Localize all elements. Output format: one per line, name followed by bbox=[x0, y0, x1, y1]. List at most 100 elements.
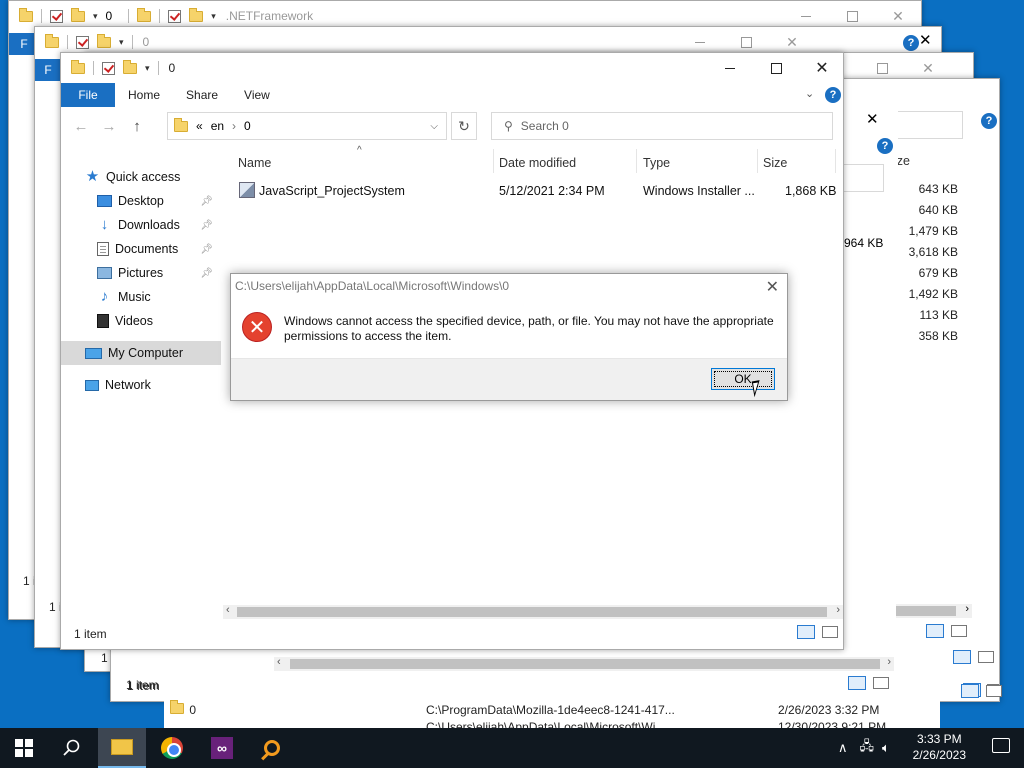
chevron-down-icon[interactable]: ▾ bbox=[145, 63, 150, 74]
chevron-down-icon[interactable]: ⌵ bbox=[430, 121, 438, 132]
pin-icon[interactable]: 📌︎ bbox=[200, 244, 213, 255]
tab-file[interactable]: File bbox=[61, 83, 115, 107]
background-right-scrollbar-fragment[interactable]: › bbox=[896, 603, 972, 618]
details-view-icon[interactable] bbox=[953, 650, 971, 664]
tab-home[interactable]: Home bbox=[115, 83, 173, 107]
maximize-button[interactable] bbox=[753, 53, 799, 83]
volume-icon[interactable]: 🔈︎ bbox=[882, 740, 890, 756]
scroll-thumb[interactable] bbox=[237, 607, 827, 617]
sidebar-item-pictures[interactable]: Pictures 📌︎ bbox=[61, 261, 221, 285]
column-header-date[interactable]: Date modified bbox=[499, 151, 576, 175]
pin-icon[interactable]: 📌︎ bbox=[200, 220, 213, 231]
sidebar-item-videos[interactable]: Videos bbox=[61, 309, 221, 333]
column-header-name[interactable]: Name bbox=[238, 151, 271, 175]
sidebar-item-label: Documents bbox=[115, 242, 179, 256]
details-view-icon[interactable] bbox=[926, 624, 944, 638]
clock-date: 2/26/2023 bbox=[912, 748, 966, 762]
taskbar-file-explorer[interactable] bbox=[98, 728, 146, 768]
details-view-icon[interactable] bbox=[961, 684, 979, 698]
details-view-icon[interactable] bbox=[848, 676, 866, 690]
close-button[interactable]: ✕ bbox=[919, 31, 932, 49]
pin-icon[interactable]: 📌︎ bbox=[200, 268, 213, 279]
new-folder-icon[interactable] bbox=[97, 33, 111, 48]
new-folder-icon[interactable] bbox=[189, 7, 204, 22]
sidebar-item-my-computer[interactable]: My Computer bbox=[61, 341, 221, 365]
error-dialog[interactable]: C:\Users\elijah\AppData\Local\Microsoft\… bbox=[230, 273, 788, 401]
horizontal-scrollbar[interactable]: ‹ › bbox=[223, 604, 843, 619]
help-icon[interactable]: ? bbox=[903, 35, 919, 51]
file-tab[interactable]: F bbox=[35, 59, 61, 81]
scroll-left-arrow[interactable]: ‹ bbox=[226, 604, 230, 616]
taskbar-visual-studio[interactable]: ∞ bbox=[198, 728, 246, 768]
table-row[interactable]: JavaScript_ProjectSystem 5/12/2021 2:34 … bbox=[239, 180, 836, 202]
close-button[interactable]: ✕ bbox=[799, 53, 843, 83]
chevron-down-icon[interactable]: ▾ bbox=[93, 11, 98, 22]
large-icons-view-icon[interactable] bbox=[986, 685, 1002, 697]
taskbar-search-tool[interactable] bbox=[248, 728, 296, 768]
new-folder-icon[interactable] bbox=[123, 59, 137, 74]
properties-icon[interactable] bbox=[76, 35, 89, 49]
expand-ribbon-icon[interactable]: ⌄ bbox=[805, 87, 814, 100]
close-button[interactable]: ✕ bbox=[866, 110, 879, 128]
forward-arrow-icon[interactable]: → bbox=[95, 118, 123, 135]
large-icons-view-icon[interactable] bbox=[873, 677, 889, 689]
scroll-thumb[interactable] bbox=[290, 659, 880, 669]
scroll-right-arrow[interactable]: › bbox=[887, 656, 891, 668]
folder-icon bbox=[71, 59, 85, 74]
scroll-right-arrow[interactable]: › bbox=[836, 604, 840, 616]
background-size-cell: 643 KB bbox=[918, 182, 958, 196]
chevron-down-icon[interactable]: ▾ bbox=[211, 11, 216, 22]
sidebar-item-documents[interactable]: Documents 📌︎ bbox=[61, 237, 221, 261]
new-folder-icon[interactable] bbox=[71, 7, 85, 22]
background-horizontal-scrollbar[interactable]: ‹ › bbox=[274, 656, 894, 671]
help-icon[interactable]: ? bbox=[877, 138, 893, 154]
column-header-size[interactable]: Size bbox=[763, 151, 787, 175]
pin-icon[interactable]: 📌︎ bbox=[200, 196, 213, 207]
refresh-button[interactable]: ↻ bbox=[451, 112, 477, 140]
back-arrow-icon[interactable]: ← bbox=[67, 118, 95, 135]
column-separator[interactable] bbox=[493, 149, 494, 173]
help-icon[interactable]: ? bbox=[981, 113, 997, 129]
list-item[interactable]: 0 bbox=[170, 700, 196, 717]
sidebar-item-quick-access[interactable]: ★ Quick access bbox=[61, 165, 221, 189]
breadcrumb-overflow[interactable]: « bbox=[196, 119, 203, 133]
column-separator[interactable] bbox=[757, 149, 758, 173]
sidebar-item-network[interactable]: Network bbox=[61, 373, 221, 397]
scroll-thumb[interactable] bbox=[896, 606, 956, 616]
search-input[interactable]: ⚲ Search 0 bbox=[491, 112, 833, 140]
taskbar-search-button[interactable] bbox=[48, 728, 96, 768]
breadcrumb-en[interactable]: en bbox=[211, 119, 224, 133]
taskbar-chrome[interactable] bbox=[148, 728, 196, 768]
sidebar-item-music[interactable]: ♪ Music bbox=[61, 285, 221, 309]
separator bbox=[159, 9, 161, 23]
sidebar-item-desktop[interactable]: Desktop 📌︎ bbox=[61, 189, 221, 213]
properties-icon[interactable] bbox=[168, 9, 182, 23]
tab-view[interactable]: View bbox=[231, 83, 283, 107]
chevron-down-icon[interactable]: ▾ bbox=[119, 37, 124, 48]
address-bar[interactable]: « en › 0 ⌵ bbox=[167, 112, 447, 140]
column-separator[interactable] bbox=[636, 149, 637, 173]
up-arrow-icon[interactable]: ↑ bbox=[123, 118, 151, 135]
sidebar-item-downloads[interactable]: ↓ Downloads 📌︎ bbox=[61, 213, 221, 237]
large-icons-view-icon[interactable] bbox=[822, 626, 838, 638]
properties-icon[interactable] bbox=[102, 61, 115, 75]
start-button[interactable] bbox=[0, 728, 48, 768]
column-header-type[interactable]: Type bbox=[643, 151, 670, 175]
tab-share[interactable]: Share bbox=[173, 83, 231, 107]
large-icons-view-icon[interactable] bbox=[978, 651, 994, 663]
dialog-close-button[interactable]: ✕ bbox=[766, 277, 779, 297]
details-view-icon[interactable] bbox=[797, 625, 815, 639]
breadcrumb-current[interactable]: 0 bbox=[244, 119, 251, 133]
video-icon bbox=[97, 314, 109, 328]
clock[interactable]: 3:33 PM 2/26/2023 bbox=[913, 731, 966, 763]
properties-icon[interactable] bbox=[50, 9, 63, 23]
minimize-button[interactable] bbox=[707, 53, 753, 83]
scroll-right-arrow[interactable]: › bbox=[965, 603, 969, 615]
notification-icon[interactable] bbox=[992, 738, 1010, 753]
help-icon[interactable]: ? bbox=[825, 87, 841, 103]
scroll-left-arrow[interactable]: ‹ bbox=[277, 656, 281, 668]
large-icons-view-icon[interactable] bbox=[951, 625, 967, 637]
show-hidden-icons-icon[interactable]: ∧ bbox=[838, 740, 848, 756]
network-status-icon[interactable]: 🖧︎ bbox=[860, 737, 875, 759]
column-separator[interactable] bbox=[835, 149, 836, 173]
